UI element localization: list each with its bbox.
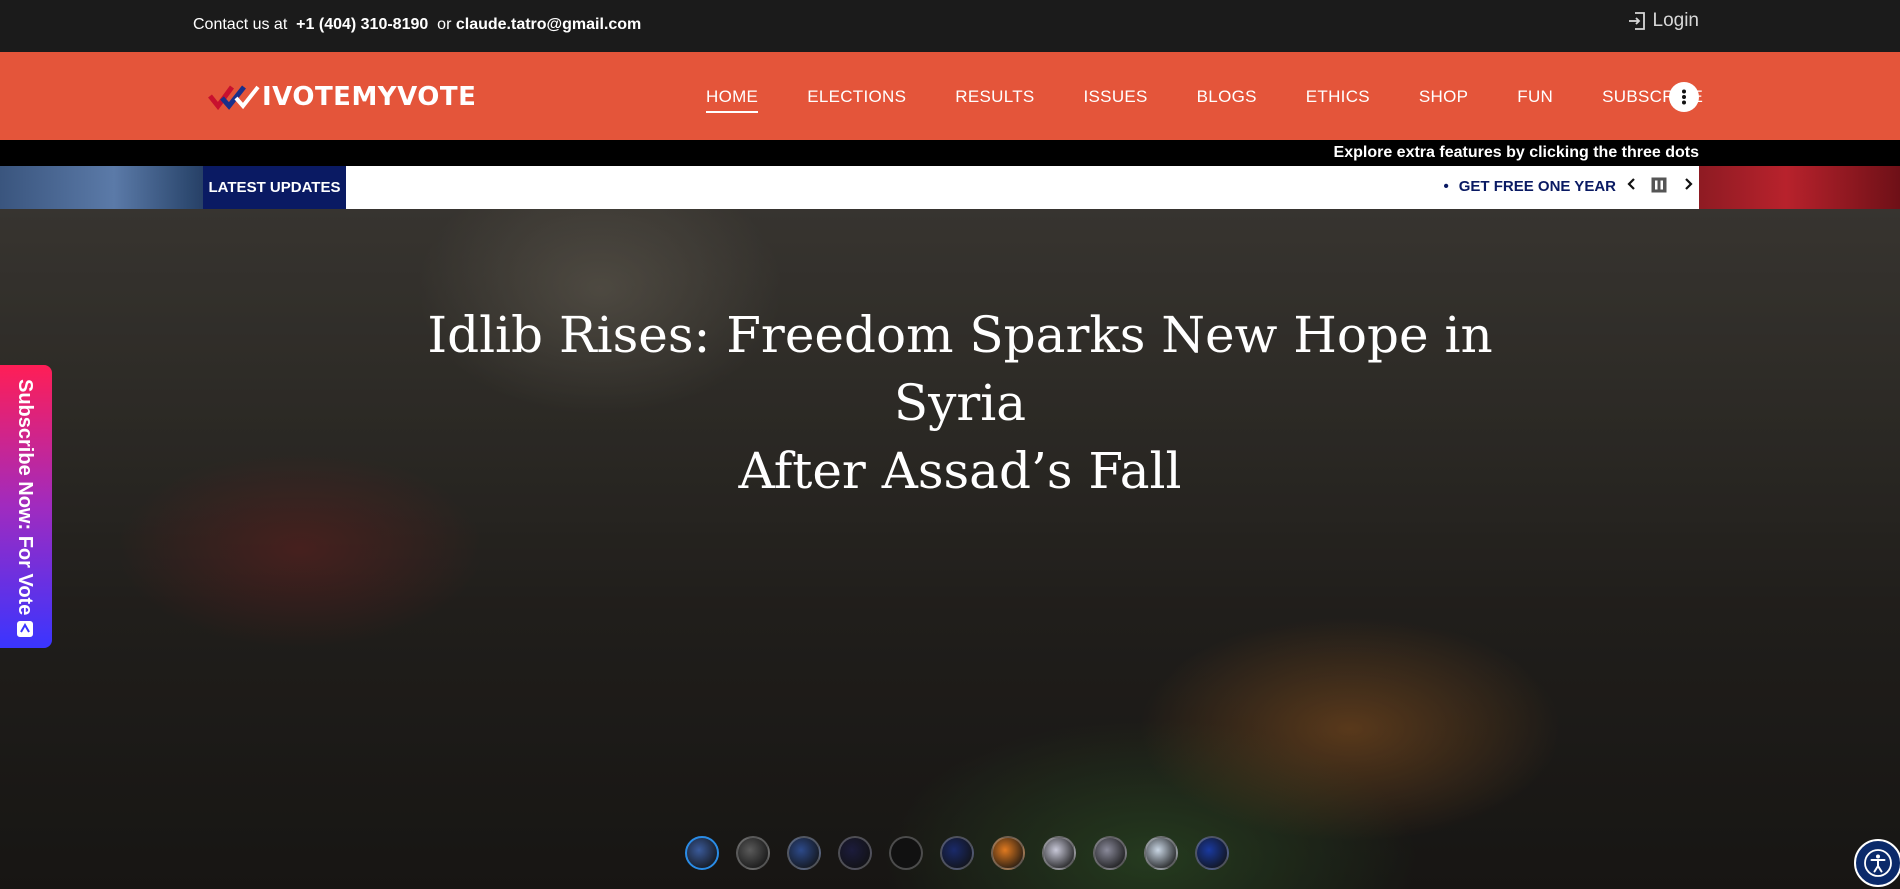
slider-thumbnail[interactable]	[889, 836, 923, 870]
chevron-left-icon	[1627, 178, 1635, 190]
primary-nav: HOME ELECTIONS RESULTS ISSUES BLOGS ETHI…	[706, 87, 1752, 113]
subscribe-tab-label: Subscribe Now: For Vote	[14, 379, 36, 616]
logo-text: IVOTEMYVOTE	[262, 82, 477, 112]
hero-title-line1: Idlib Rises: Freedom Sparks New Hope in …	[427, 306, 1493, 432]
ticker-item-link[interactable]: GET FREE ONE YEAR	[1443, 178, 1616, 195]
slider-thumbnail[interactable]	[1093, 836, 1127, 870]
latest-updates-label: LATEST UPDATES	[203, 166, 346, 209]
login-label: Login	[1652, 10, 1700, 31]
top-bar: Contact us at +1 (404) 310-8190 or claud…	[0, 0, 1900, 52]
explore-text: Explore extra features by clicking the t…	[1333, 144, 1699, 161]
site-logo[interactable]: IVOTEMYVOTE	[208, 82, 476, 112]
phone-link[interactable]: +1 (404) 310-8190	[296, 16, 428, 33]
explore-strip: Explore extra features by clicking the t…	[0, 140, 1900, 166]
slider-thumbnail[interactable]	[787, 836, 821, 870]
more-options-button[interactable]	[1669, 82, 1699, 112]
nav-shop[interactable]: SHOP	[1419, 87, 1468, 113]
slider-thumbnail[interactable]	[940, 836, 974, 870]
subscribe-now-tab[interactable]: Subscribe Now: For Vote	[0, 365, 52, 648]
hero-slider: Idlib Rises: Freedom Sparks New Hope in …	[0, 209, 1900, 889]
slider-thumbnail[interactable]	[685, 836, 719, 870]
checkmarks-logo-icon	[208, 85, 260, 110]
nav-issues[interactable]: ISSUES	[1084, 87, 1148, 113]
slider-thumbnail[interactable]	[736, 836, 770, 870]
subscribe-tab-icon	[17, 621, 33, 637]
nav-home[interactable]: HOME	[706, 87, 759, 113]
slider-thumbnail[interactable]	[991, 836, 1025, 870]
contact-or: or	[437, 16, 452, 33]
contact-prefix: Contact us at	[193, 16, 288, 33]
ticker-pause-button[interactable]	[1651, 177, 1667, 198]
nav-blogs[interactable]: BLOGS	[1197, 87, 1257, 113]
slider-thumbnail[interactable]	[1144, 836, 1178, 870]
nav-ethics[interactable]: ETHICS	[1306, 87, 1370, 113]
slider-thumbnail[interactable]	[838, 836, 872, 870]
accessibility-button[interactable]	[1854, 839, 1900, 887]
email-link[interactable]: claude.tatro@gmail.com	[456, 16, 641, 33]
login-button[interactable]: Login	[1627, 10, 1700, 32]
slider-thumbnails	[685, 836, 1229, 870]
ticker-next-button[interactable]	[1683, 177, 1693, 196]
main-navbar: IVOTEMYVOTE HOME ELECTIONS RESULTS ISSUE…	[0, 52, 1900, 140]
pause-icon	[1651, 177, 1667, 193]
nav-fun[interactable]: FUN	[1517, 87, 1553, 113]
contact-info: Contact us at +1 (404) 310-8190 or claud…	[193, 16, 641, 34]
nav-elections[interactable]: ELECTIONS	[807, 87, 906, 113]
hero-title[interactable]: Idlib Rises: Freedom Sparks New Hope in …	[380, 301, 1540, 505]
slider-thumbnail[interactable]	[1195, 836, 1229, 870]
nav-results[interactable]: RESULTS	[955, 87, 1034, 113]
login-icon	[1628, 12, 1645, 30]
vertical-dots-icon	[1682, 89, 1686, 105]
hero-title-line2: After Assad’s Fall	[738, 442, 1182, 500]
ticker-prev-button[interactable]	[1627, 177, 1637, 196]
slider-thumbnail[interactable]	[1042, 836, 1076, 870]
accessibility-icon	[1864, 849, 1892, 877]
chevron-right-icon	[1685, 178, 1693, 190]
latest-updates-ticker: LATEST UPDATES GET FREE ONE YEAR	[203, 166, 1699, 209]
